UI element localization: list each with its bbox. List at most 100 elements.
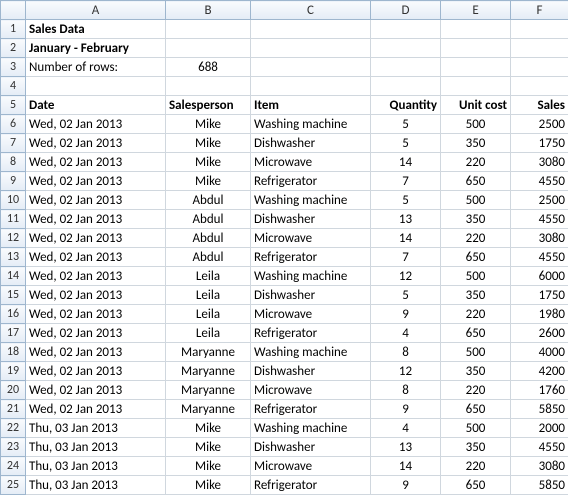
row-header[interactable]: 16 [1,305,26,324]
cell-sales[interactable]: 3080 [511,229,568,248]
cell[interactable] [371,77,441,96]
cell-quantity[interactable]: 13 [371,438,441,457]
cell-date[interactable]: Wed, 02 Jan 2013 [26,191,166,210]
cell-sales[interactable]: 1750 [511,134,568,153]
cell-date[interactable]: Thu, 03 Jan 2013 [26,476,166,495]
cell[interactable] [166,39,251,58]
row-header[interactable]: 11 [1,210,26,229]
cell-title[interactable]: Sales Data [26,20,166,39]
cell-quantity[interactable]: 4 [371,419,441,438]
cell-unitcost[interactable]: 500 [441,191,511,210]
cell-salesperson[interactable]: Abdul [166,210,251,229]
cell-quantity[interactable]: 9 [371,400,441,419]
cell-salesperson[interactable]: Mike [166,134,251,153]
cell-item[interactable]: Refrigerator [251,324,371,343]
cell[interactable] [511,39,568,58]
row-header[interactable]: 15 [1,286,26,305]
header-item[interactable]: Item [251,96,371,115]
cell-date[interactable]: Wed, 02 Jan 2013 [26,381,166,400]
cell-salesperson[interactable]: Mike [166,153,251,172]
cell[interactable] [166,77,251,96]
cell-sales[interactable]: 1980 [511,305,568,324]
cell-quantity[interactable]: 12 [371,267,441,286]
cell-unitcost[interactable]: 350 [441,134,511,153]
row-header[interactable]: 12 [1,229,26,248]
cell-sales[interactable]: 2600 [511,324,568,343]
cell-quantity[interactable]: 8 [371,343,441,362]
cell-quantity[interactable]: 8 [371,381,441,400]
cell-date[interactable]: Wed, 02 Jan 2013 [26,153,166,172]
row-header[interactable]: 22 [1,419,26,438]
cell-salesperson[interactable]: Maryanne [166,400,251,419]
cell-numrows-label[interactable]: Number of rows: [26,58,166,77]
row-header[interactable]: 19 [1,362,26,381]
cell-quantity[interactable]: 12 [371,362,441,381]
row-header[interactable]: 7 [1,134,26,153]
cell-sales[interactable]: 2500 [511,115,568,134]
header-date[interactable]: Date [26,96,166,115]
cell-salesperson[interactable]: Mike [166,457,251,476]
spreadsheet-grid[interactable]: A B C D E F 1 Sales Data 2 January - Feb… [0,0,568,495]
cell-salesperson[interactable]: Mike [166,115,251,134]
cell-sales[interactable]: 2000 [511,419,568,438]
cell-date[interactable]: Thu, 03 Jan 2013 [26,457,166,476]
cell[interactable] [251,39,371,58]
row-header[interactable]: 17 [1,324,26,343]
row-header[interactable]: 3 [1,58,26,77]
cell-unitcost[interactable]: 220 [441,229,511,248]
cell-item[interactable]: Refrigerator [251,400,371,419]
cell-unitcost[interactable]: 220 [441,457,511,476]
header-salesperson[interactable]: Salesperson [166,96,251,115]
cell-date[interactable]: Wed, 02 Jan 2013 [26,324,166,343]
cell-salesperson[interactable]: Leila [166,286,251,305]
row-header[interactable]: 21 [1,400,26,419]
cell-date[interactable]: Wed, 02 Jan 2013 [26,305,166,324]
cell[interactable] [371,20,441,39]
col-header-A[interactable]: A [26,1,166,20]
col-header-E[interactable]: E [441,1,511,20]
cell-unitcost[interactable]: 650 [441,248,511,267]
cell-unitcost[interactable]: 500 [441,267,511,286]
cell-date[interactable]: Thu, 03 Jan 2013 [26,438,166,457]
cell-sales[interactable]: 4200 [511,362,568,381]
cell-unitcost[interactable]: 220 [441,305,511,324]
cell-quantity[interactable]: 14 [371,229,441,248]
cell-item[interactable]: Dishwasher [251,210,371,229]
cell-date[interactable]: Wed, 02 Jan 2013 [26,115,166,134]
cell-sales[interactable]: 4550 [511,248,568,267]
col-header-C[interactable]: C [251,1,371,20]
header-sales[interactable]: Sales [511,96,568,115]
cell-sales[interactable]: 3080 [511,153,568,172]
cell-quantity[interactable]: 5 [371,191,441,210]
cell[interactable] [371,39,441,58]
cell-item[interactable]: Washing machine [251,419,371,438]
cell-item[interactable]: Refrigerator [251,476,371,495]
cell-salesperson[interactable]: Leila [166,267,251,286]
cell-item[interactable]: Refrigerator [251,248,371,267]
cell-sales[interactable]: 2500 [511,191,568,210]
cell-sales[interactable]: 3080 [511,457,568,476]
cell-unitcost[interactable]: 350 [441,286,511,305]
cell-salesperson[interactable]: Abdul [166,191,251,210]
cell-item[interactable]: Microwave [251,381,371,400]
row-header[interactable]: 4 [1,77,26,96]
cell-sales[interactable]: 1750 [511,286,568,305]
cell-item[interactable]: Dishwasher [251,438,371,457]
cell[interactable] [251,77,371,96]
row-header[interactable]: 24 [1,457,26,476]
cell-sales[interactable]: 1760 [511,381,568,400]
header-quantity[interactable]: Quantity [371,96,441,115]
cell-sales[interactable]: 5850 [511,476,568,495]
cell-quantity[interactable]: 5 [371,115,441,134]
cell-item[interactable]: Washing machine [251,115,371,134]
cell-unitcost[interactable]: 500 [441,343,511,362]
cell-date[interactable]: Wed, 02 Jan 2013 [26,267,166,286]
cell-quantity[interactable]: 7 [371,172,441,191]
cell-salesperson[interactable]: Maryanne [166,381,251,400]
cell-sales[interactable]: 4550 [511,438,568,457]
cell-unitcost[interactable]: 650 [441,324,511,343]
cell-item[interactable]: Dishwasher [251,134,371,153]
cell-date[interactable]: Wed, 02 Jan 2013 [26,210,166,229]
cell[interactable] [441,58,511,77]
cell-sales[interactable]: 6000 [511,267,568,286]
